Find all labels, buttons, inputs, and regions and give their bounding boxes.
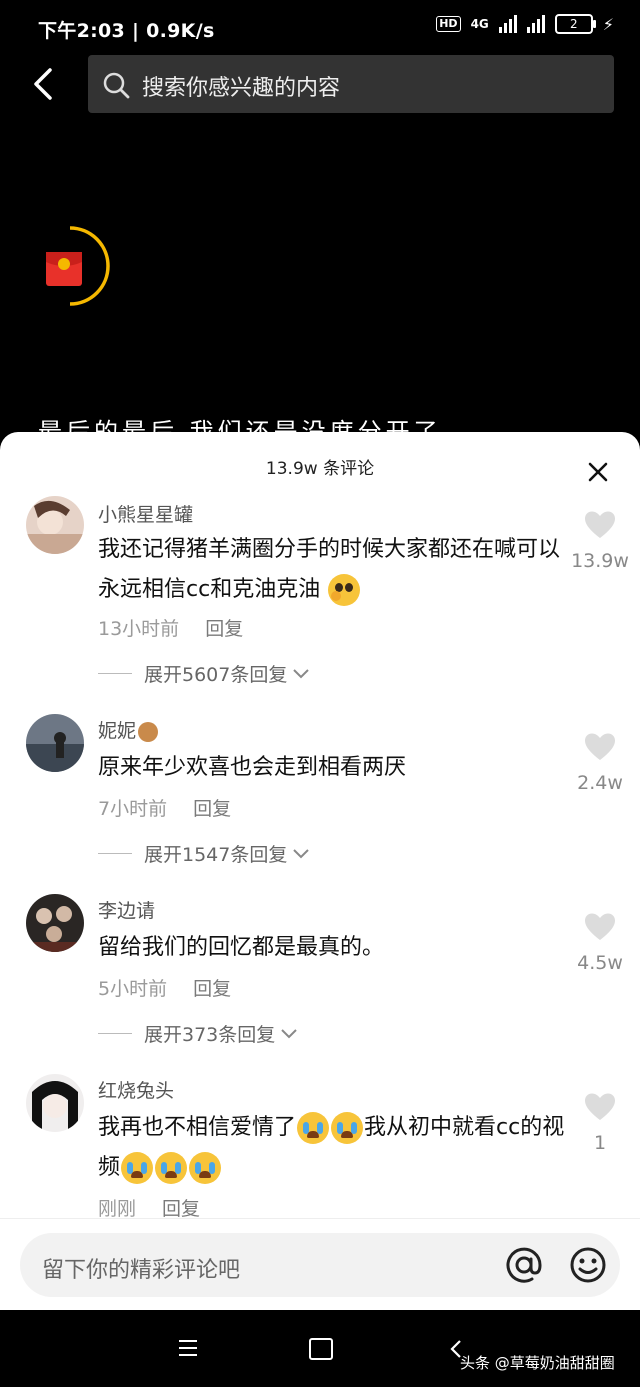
battery-icon: 2 xyxy=(554,14,596,34)
reply-button[interactable]: 回复 xyxy=(162,1198,200,1220)
like-button[interactable]: 2.4w xyxy=(568,732,632,794)
menu-icon[interactable] xyxy=(176,1338,200,1358)
signal-icon-2 xyxy=(526,15,545,33)
like-count: 13.9w xyxy=(571,550,629,572)
network-type: 4G xyxy=(470,17,489,31)
watermark: 头条 @草莓奶油甜甜圈 xyxy=(460,1354,615,1372)
like-count: 4.5w xyxy=(577,952,623,974)
signal-icon xyxy=(498,15,517,33)
expand-replies-button[interactable]: 展开373条回复 xyxy=(98,1020,299,1047)
charging-icon: ⚡ xyxy=(602,14,614,34)
comment-time: 刚刚 xyxy=(98,1198,137,1220)
close-icon[interactable] xyxy=(584,458,612,486)
heart-icon xyxy=(585,913,615,940)
expand-replies-label: 展开373条回复 xyxy=(144,1024,276,1046)
crying-emoji-icon xyxy=(189,1152,222,1184)
chevron-down-icon xyxy=(293,668,310,678)
like-count: 2.4w xyxy=(577,772,623,794)
mention-icon[interactable] xyxy=(504,1245,544,1285)
like-button[interactable]: 1 xyxy=(568,1092,632,1154)
username[interactable]: 妮妮 xyxy=(98,716,159,743)
reply-button[interactable]: 回复 xyxy=(205,618,243,640)
expand-replies-button[interactable]: 展开1547条回复 xyxy=(98,840,311,867)
username[interactable]: 红烧兔头 xyxy=(98,1076,174,1103)
like-count: 1 xyxy=(593,1132,607,1154)
home-icon[interactable] xyxy=(309,1338,333,1360)
search-input[interactable]: 搜索你感兴趣的内容 xyxy=(88,55,614,113)
comment-text: 我还记得猪羊满圈分手的时候大家都还在喊可以永远相信cc和克油克油 xyxy=(98,530,566,610)
username-text: 妮妮 xyxy=(98,720,137,742)
bear-emoji-icon xyxy=(138,721,159,742)
comment-count-title: 13.9w 条评论 xyxy=(265,459,375,479)
username[interactable]: 小熊星星罐 xyxy=(98,500,193,527)
avatar[interactable] xyxy=(26,496,84,554)
comment-input[interactable]: 留下你的精彩评论吧 xyxy=(20,1233,620,1297)
comment-meta: 刚刚 回复 xyxy=(98,1194,200,1221)
comment-time: 5小时前 xyxy=(98,978,168,1000)
status-time: 下午2:03 | 0.9K/s xyxy=(38,20,215,42)
comment-sheet: 13.9w 条评论 小熊星星罐 我还记得猪羊满圈分手的时候大家都还在喊可以永远相… xyxy=(0,432,640,1310)
comment-input-bar: 留下你的精彩评论吧 xyxy=(0,1218,640,1311)
crying-emoji-icon xyxy=(331,1112,364,1144)
like-button[interactable]: 13.9w xyxy=(568,510,632,572)
chevron-down-icon xyxy=(281,1028,297,1038)
comment-meta: 7小时前 回复 xyxy=(98,794,231,821)
back-arrow-icon[interactable] xyxy=(26,64,66,104)
reply-button[interactable]: 回复 xyxy=(193,978,231,1000)
avatar[interactable] xyxy=(26,1074,84,1132)
chevron-down-icon xyxy=(293,848,310,858)
pleading-emoji-icon xyxy=(328,574,361,606)
comment-text: 我再也不相信爱情了 我从初中就看cc的视频 xyxy=(98,1108,566,1188)
expand-replies-label: 展开5607条回复 xyxy=(144,664,288,686)
divider-line xyxy=(98,1033,132,1034)
system-nav-bar: 头条 @草莓奶油甜甜圈 xyxy=(0,1310,640,1387)
comment-input-placeholder: 留下你的精彩评论吧 xyxy=(42,1258,241,1283)
divider-line xyxy=(98,673,132,674)
avatar[interactable] xyxy=(26,714,84,772)
hd-badge: HD xyxy=(436,16,461,32)
search-placeholder: 搜索你感兴趣的内容 xyxy=(142,76,341,101)
heart-icon xyxy=(585,1093,615,1120)
username[interactable]: 李边请 xyxy=(98,896,155,923)
red-packet-icon[interactable] xyxy=(44,226,110,310)
comment-meta: 5小时前 回复 xyxy=(98,974,231,1001)
crying-emoji-icon xyxy=(297,1112,330,1144)
comment-meta: 13小时前 回复 xyxy=(98,614,243,641)
divider-line xyxy=(98,853,132,854)
expand-replies-button[interactable]: 展开5607条回复 xyxy=(98,660,311,687)
search-icon xyxy=(103,72,130,99)
heart-icon xyxy=(585,733,615,760)
crying-emoji-icon xyxy=(121,1152,154,1184)
expand-replies-label: 展开1547条回复 xyxy=(144,844,288,866)
comment-time: 7小时前 xyxy=(98,798,168,820)
comment-text-part: 我再也不相信爱情了 xyxy=(98,1115,297,1140)
heart-icon xyxy=(585,511,615,538)
reply-button[interactable]: 回复 xyxy=(193,798,231,820)
comment-text: 留给我们的回忆都是最真的。 xyxy=(98,935,385,960)
crying-emoji-icon xyxy=(155,1152,188,1184)
emoji-icon[interactable] xyxy=(568,1245,608,1285)
comment-time: 13小时前 xyxy=(98,618,180,640)
like-button[interactable]: 4.5w xyxy=(568,912,632,974)
status-bar: 下午2:03 | 0.9K/s HD 4G 2 ⚡ xyxy=(0,0,640,56)
comment-text: 原来年少欢喜也会走到相看两厌 xyxy=(98,755,407,780)
avatar[interactable] xyxy=(26,894,84,952)
